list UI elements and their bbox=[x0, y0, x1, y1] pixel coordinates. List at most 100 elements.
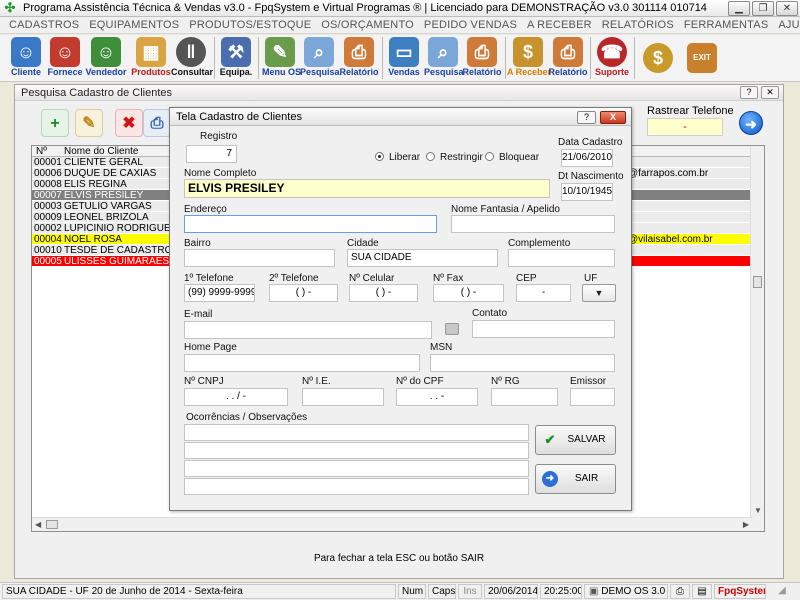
toolbar-relatorio-receber-button[interactable]: ⎙ Relatório bbox=[548, 35, 588, 81]
menu-cadastros[interactable]: CADASTROS bbox=[4, 19, 84, 31]
restringir-label: Restringir bbox=[440, 152, 483, 163]
printer-icon[interactable]: ⎙ bbox=[670, 584, 690, 599]
bloquear-radio[interactable] bbox=[485, 152, 494, 161]
resize-grip-icon[interactable]: ◢ bbox=[768, 584, 796, 599]
search-help-button[interactable]: ? bbox=[740, 86, 758, 99]
telefone1-input[interactable]: (99) 9999-9999 bbox=[184, 284, 255, 302]
data-cadastro-label: Data Cadastro bbox=[558, 137, 623, 148]
person-red-icon: ☺ bbox=[50, 37, 80, 67]
scroll-thumb[interactable] bbox=[46, 520, 58, 529]
chevron-down-icon: ▼ bbox=[594, 288, 604, 298]
toolbar-fornece-button[interactable]: ☺ Fornece bbox=[47, 35, 83, 81]
delete-icon[interactable]: ✖ bbox=[115, 109, 143, 137]
grid-horizontal-scrollbar[interactable]: ◀ ▶ bbox=[32, 517, 752, 531]
toolbar-pesquisa-os-button[interactable]: ⌕ Pesquisa bbox=[300, 35, 340, 81]
endereco-input[interactable] bbox=[184, 215, 437, 233]
menu-os-orcamento[interactable]: OS/ORÇAMENTO bbox=[316, 19, 419, 31]
toolbar-separator bbox=[258, 37, 259, 79]
toolbar-relatorio-os-button[interactable]: ⎙ Relatório bbox=[339, 35, 379, 81]
toolbar-produtos-button[interactable]: ▦ Produtos bbox=[131, 35, 171, 81]
restringir-radio[interactable] bbox=[426, 152, 435, 161]
dialog-help-button[interactable]: ? bbox=[577, 111, 596, 124]
toolbar-menu-os-button[interactable]: ✎ Menu OS bbox=[262, 35, 301, 81]
complemento-input[interactable] bbox=[508, 249, 615, 267]
close-window-button[interactable]: ✕ bbox=[776, 1, 798, 16]
menu-ferramentas[interactable]: FERRAMENTAS bbox=[679, 19, 774, 31]
minimize-button[interactable]: ▁ bbox=[728, 1, 750, 16]
rg-input[interactable] bbox=[491, 388, 558, 406]
toolbar-finance-button[interactable]: $ bbox=[640, 35, 676, 81]
person-green-icon: ☺ bbox=[91, 37, 121, 67]
celular-input[interactable]: ( ) - bbox=[349, 284, 418, 302]
bairro-input[interactable] bbox=[184, 249, 335, 267]
telefone2-input[interactable]: ( ) - bbox=[269, 284, 338, 302]
nome-fantasia-input[interactable] bbox=[451, 215, 615, 233]
add-client-icon[interactable]: + bbox=[41, 109, 69, 137]
home-page-input[interactable] bbox=[184, 354, 420, 372]
uf-select[interactable]: ▼ bbox=[582, 284, 616, 302]
scroll-right-icon[interactable]: ▶ bbox=[743, 520, 749, 529]
app-window: ✣ Programa Assistência Técnica & Vendas … bbox=[0, 0, 800, 600]
menu-a-receber[interactable]: A RECEBER bbox=[522, 19, 597, 31]
scroll-thumb[interactable] bbox=[753, 276, 762, 288]
print-icon[interactable]: ⎙ bbox=[143, 109, 171, 137]
toolbar-vendas-button[interactable]: ▭ Vendas bbox=[386, 35, 422, 81]
col-header-num[interactable]: Nº bbox=[36, 146, 47, 157]
observacoes-line-1[interactable] bbox=[184, 424, 529, 441]
window-title: Programa Assistência Técnica & Vendas v3… bbox=[23, 2, 707, 14]
toolbar-suporte-button[interactable]: ☎ Suporte bbox=[594, 35, 630, 81]
ie-input[interactable] bbox=[302, 388, 384, 406]
disk-icon: ▣ bbox=[589, 586, 599, 597]
registro-input[interactable]: 7 bbox=[186, 145, 237, 163]
salvar-button[interactable]: ✔ SALVAR bbox=[535, 425, 616, 455]
toolbar-consultar-button[interactable]: ‖ Consultar bbox=[171, 35, 213, 81]
send-email-icon[interactable] bbox=[445, 323, 459, 335]
liberar-label: Liberar bbox=[389, 152, 421, 163]
grid-vertical-scrollbar[interactable]: ▼ bbox=[750, 146, 764, 531]
col-header-name[interactable]: Nome do Cliente bbox=[64, 146, 138, 157]
maximize-button[interactable]: ❐ bbox=[752, 1, 774, 16]
fax-input[interactable]: ( ) - bbox=[433, 284, 504, 302]
toolbar-equipa-button[interactable]: ⚒ Equipa. bbox=[218, 35, 254, 81]
cpf-input[interactable]: . . - bbox=[396, 388, 478, 406]
observacoes-line-2[interactable] bbox=[184, 442, 529, 459]
toolbar-cliente-button[interactable]: ☺ Cliente bbox=[8, 35, 44, 81]
toolbar-exit-button[interactable]: EXIT bbox=[684, 35, 720, 81]
scroll-left-icon[interactable]: ◀ bbox=[35, 520, 41, 529]
data-cadastro-input[interactable]: 21/06/2010 bbox=[561, 149, 613, 167]
nome-completo-input[interactable]: ELVIS PRESILEY bbox=[184, 179, 550, 198]
title-bar: ✣ Programa Assistência Técnica & Vendas … bbox=[0, 0, 800, 17]
nascimento-input[interactable]: 10/10/1945 bbox=[561, 183, 613, 201]
menu-equipamentos[interactable]: EQUIPAMENTOS bbox=[84, 19, 184, 31]
menu-pedido-vendas[interactable]: PEDIDO VENDAS bbox=[419, 19, 522, 31]
menu-relatorios[interactable]: RELATÓRIOS bbox=[597, 19, 679, 31]
toolbar-separator bbox=[634, 37, 635, 79]
arrow-right-icon[interactable]: ➜ bbox=[739, 111, 763, 135]
menu-ajuda[interactable]: AJUDA bbox=[773, 19, 800, 31]
toolbar-relatorio-vendas-button[interactable]: ⎙ Relatório bbox=[462, 35, 502, 81]
observacoes-line-3[interactable] bbox=[184, 460, 529, 477]
toolbar-vendedor-button[interactable]: ☺ Vendedor bbox=[85, 35, 127, 81]
cidade-input[interactable]: SUA CIDADE bbox=[347, 249, 498, 267]
sair-button[interactable]: ➜ SAIR bbox=[535, 464, 616, 494]
email-input[interactable] bbox=[184, 321, 432, 339]
app-logo-icon: ✣ bbox=[4, 0, 16, 15]
dialog-close-button[interactable]: X bbox=[600, 111, 626, 124]
cnpj-input[interactable]: . . / - bbox=[184, 388, 288, 406]
contato-input[interactable] bbox=[472, 320, 615, 338]
toolbar-a-receber-button[interactable]: $ A Receber bbox=[507, 35, 551, 81]
edit-pencil-icon[interactable]: ✎ bbox=[75, 109, 103, 137]
keyboard-icon[interactable]: ▤ bbox=[692, 584, 712, 599]
observacoes-line-4[interactable] bbox=[184, 478, 529, 495]
search-close-button[interactable]: ✕ bbox=[761, 86, 779, 99]
liberar-radio[interactable] bbox=[375, 152, 384, 161]
cep-input[interactable]: - bbox=[516, 284, 571, 302]
menu-produtos-estoque[interactable]: PRODUTOS/ESTOQUE bbox=[184, 19, 316, 31]
rastrear-telefone-input[interactable]: - bbox=[647, 118, 723, 136]
scroll-down-icon[interactable]: ▼ bbox=[754, 506, 762, 515]
status-brand: FpqSystem bbox=[714, 584, 766, 599]
msn-input[interactable] bbox=[430, 354, 615, 372]
printer-icon: ⎙ bbox=[467, 37, 497, 67]
emissor-input[interactable] bbox=[570, 388, 615, 406]
toolbar-pesquisa-vendas-button[interactable]: ⌕ Pesquisa bbox=[424, 35, 464, 81]
